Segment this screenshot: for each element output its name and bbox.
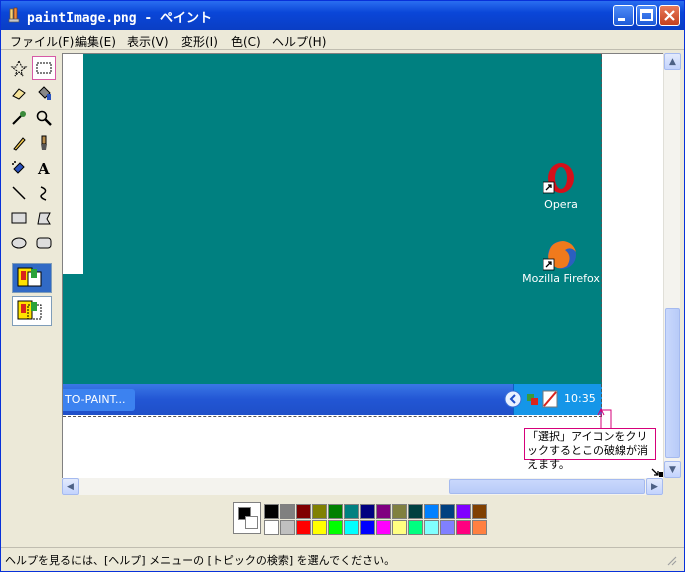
- svg-text:A: A: [37, 160, 50, 177]
- network-icon: [526, 391, 540, 410]
- color-palette: [1, 495, 684, 545]
- line-tool[interactable]: [7, 181, 31, 205]
- paint-app-icon[interactable]: [7, 7, 23, 23]
- curve-tool[interactable]: [32, 181, 56, 205]
- pasted-desktop-image: Opera Mozilla Firefox TO-PAINT... 10:35: [63, 54, 602, 415]
- scroll-left-button[interactable]: ◀: [62, 478, 79, 495]
- tray-expand-icon: [504, 390, 522, 411]
- opera-icon: [542, 162, 579, 194]
- transparent-selection-option[interactable]: [12, 296, 52, 326]
- palette-swatch[interactable]: [440, 520, 455, 535]
- palette-swatch[interactable]: [472, 520, 487, 535]
- palette-swatch[interactable]: [408, 520, 423, 535]
- fill-tool[interactable]: [32, 81, 56, 105]
- pencil-tool[interactable]: [7, 131, 31, 155]
- eraser-tool[interactable]: [7, 81, 31, 105]
- status-bar: ヘルプを見るには、[ヘルプ] メニューの [トピックの検索] を選んでください。: [1, 547, 684, 571]
- palette-swatch[interactable]: [472, 504, 487, 519]
- rect-select-tool[interactable]: [32, 56, 56, 80]
- secondary-color: [245, 516, 258, 529]
- scroll-down-button[interactable]: ▼: [664, 461, 681, 478]
- canvas-resize-handle[interactable]: [651, 465, 659, 476]
- white-window-fragment: [63, 54, 83, 274]
- paint-window: paintImage.png - ペイント ファイル(F) 編集(E) 表示(V…: [0, 0, 685, 572]
- magnifier-tool[interactable]: [32, 106, 56, 130]
- airbrush-tool[interactable]: [7, 156, 31, 180]
- brush-tool[interactable]: [32, 131, 56, 155]
- palette-swatch[interactable]: [424, 504, 439, 519]
- title-bar[interactable]: paintImage.png - ペイント: [1, 1, 684, 30]
- palette-swatch[interactable]: [344, 504, 359, 519]
- color-picker-tool[interactable]: [7, 106, 31, 130]
- opaque-selection-option[interactable]: [12, 263, 52, 293]
- menu-edit[interactable]: 編集(E): [75, 33, 116, 50]
- palette-swatch[interactable]: [344, 520, 359, 535]
- palette-swatch[interactable]: [328, 520, 343, 535]
- palette-swatch[interactable]: [280, 520, 295, 535]
- palette-swatch[interactable]: [328, 504, 343, 519]
- palette-swatch[interactable]: [296, 504, 311, 519]
- palette-swatch[interactable]: [280, 504, 295, 519]
- horizontal-scroll-thumb[interactable]: [449, 479, 645, 494]
- menu-view[interactable]: 表示(V): [127, 33, 169, 50]
- window-title: paintImage.png - ペイント: [27, 11, 213, 26]
- text-tool[interactable]: A: [32, 156, 56, 180]
- palette-swatch[interactable]: [312, 520, 327, 535]
- drawing-canvas[interactable]: Opera Mozilla Firefox TO-PAINT... 10:35 …: [62, 53, 663, 478]
- menu-help[interactable]: ヘルプ(H): [272, 33, 326, 50]
- palette-swatch[interactable]: [456, 520, 471, 535]
- firefox-icon-label: Mozilla Firefox: [522, 272, 600, 285]
- palette-swatch[interactable]: [424, 520, 439, 535]
- palette-swatch[interactable]: [376, 504, 391, 519]
- current-colors[interactable]: [233, 502, 261, 534]
- close-button[interactable]: [659, 5, 680, 26]
- palette-swatch[interactable]: [360, 504, 375, 519]
- palette-swatch[interactable]: [456, 504, 471, 519]
- firefox-icon: [542, 238, 579, 272]
- menu-image[interactable]: 変形(I): [181, 33, 218, 50]
- menu-bar: ファイル(F) 編集(E) 表示(V) 変形(I) 色(C) ヘルプ(H): [1, 30, 684, 50]
- vertical-scrollbar[interactable]: ▲ ▼: [663, 53, 681, 478]
- rectangle-tool[interactable]: [7, 206, 31, 230]
- horizontal-scrollbar[interactable]: ◀ ▶: [62, 478, 663, 495]
- selection-border-vertical: [601, 54, 602, 417]
- status-help-text: ヘルプを見るには、[ヘルプ] メニューの [トピックの検索] を選んでください。: [5, 554, 396, 567]
- scroll-up-button[interactable]: ▲: [664, 53, 681, 70]
- palette-swatch[interactable]: [264, 520, 279, 535]
- palette-swatch[interactable]: [264, 504, 279, 519]
- scroll-right-button[interactable]: ▶: [646, 478, 663, 495]
- palette-swatch[interactable]: [392, 520, 407, 535]
- menu-colors[interactable]: 色(C): [231, 33, 261, 50]
- polygon-tool[interactable]: [32, 206, 56, 230]
- annotation-callout: 「選択」アイコンをクリックするとこの破線が消えます。: [524, 428, 656, 471]
- taskbar: TO-PAINT... 10:35: [63, 384, 602, 415]
- palette-swatch[interactable]: [360, 520, 375, 535]
- palette-swatch[interactable]: [392, 504, 407, 519]
- maximize-button[interactable]: [636, 5, 657, 26]
- palette-swatch[interactable]: [376, 520, 391, 535]
- toolbox: A: [5, 53, 59, 493]
- tray-app-icon: [542, 390, 558, 411]
- vertical-scroll-thumb[interactable]: [665, 308, 680, 458]
- menu-file[interactable]: ファイル(F): [10, 33, 74, 50]
- selection-border-horizontal: [63, 416, 602, 417]
- ellipse-tool[interactable]: [7, 231, 31, 255]
- palette-swatch[interactable]: [440, 504, 455, 519]
- palette-swatch[interactable]: [408, 504, 423, 519]
- system-tray: 10:35: [504, 384, 602, 415]
- taskbar-button: TO-PAINT...: [63, 389, 135, 411]
- free-select-tool[interactable]: [7, 56, 31, 80]
- opera-icon-label: Opera: [544, 198, 578, 211]
- palette-swatch[interactable]: [296, 520, 311, 535]
- size-grip-icon[interactable]: [665, 554, 677, 569]
- rounded-rectangle-tool[interactable]: [32, 231, 56, 255]
- minimize-button[interactable]: [613, 5, 634, 26]
- palette-swatch[interactable]: [312, 504, 327, 519]
